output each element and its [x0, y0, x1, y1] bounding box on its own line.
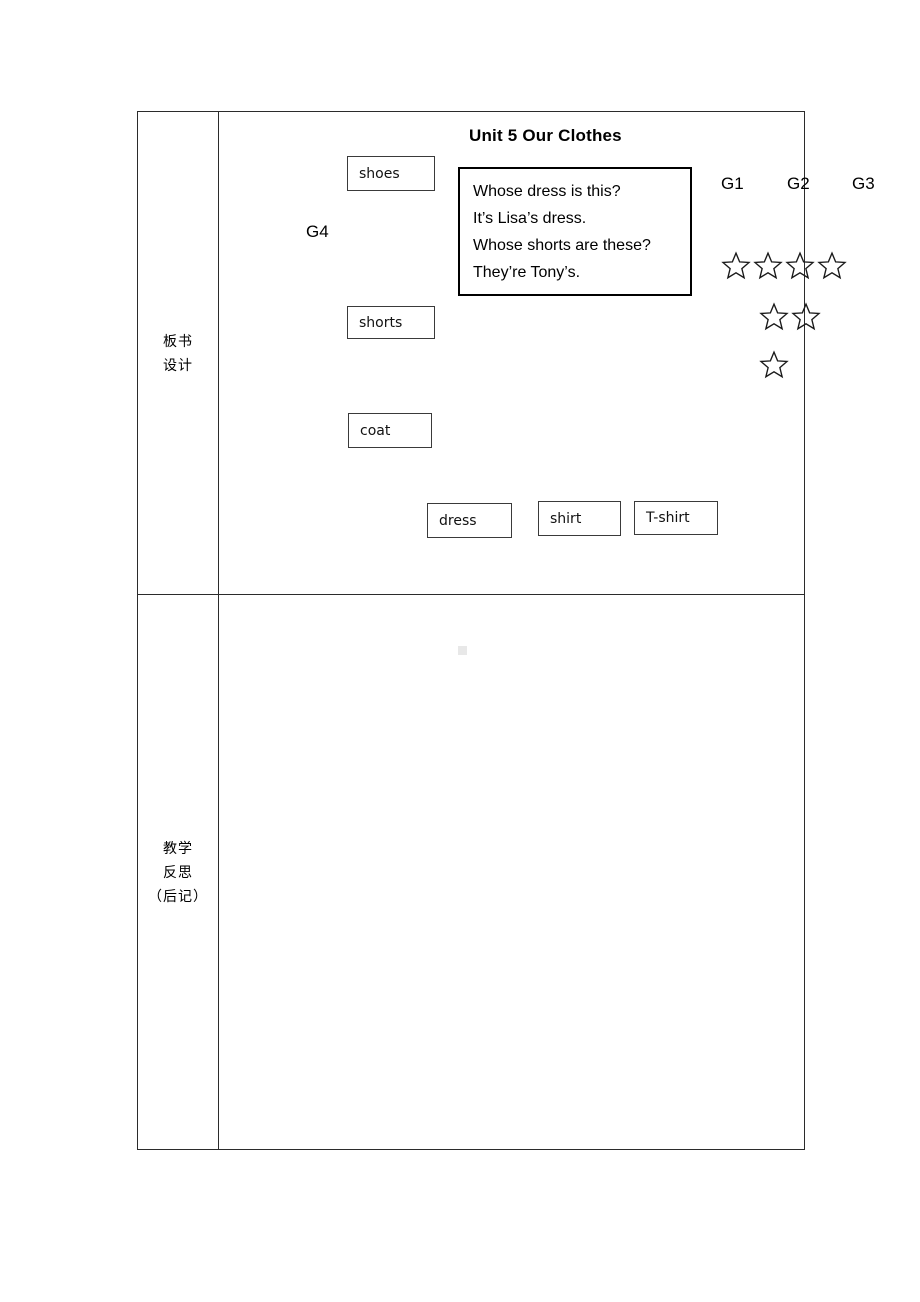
star-row-2	[759, 302, 821, 331]
star-outline-icon	[759, 350, 789, 379]
dialogue-line-2: It’s Lisa’s dress.	[473, 210, 587, 227]
star-outline-icon	[817, 251, 847, 280]
star-outline-icon	[721, 251, 751, 280]
group-label-g3: G3	[852, 174, 875, 193]
word-card-tshirt-label: T-shirt	[646, 510, 690, 526]
word-card-shorts-label: shorts	[359, 314, 403, 331]
word-card-coat-label: coat	[360, 422, 391, 439]
row-label-teaching-reflection: 教学 反思 （后记）	[138, 837, 218, 909]
dialogue-line-1: Whose dress is this?	[473, 183, 621, 200]
word-card-tshirt[interactable]: T-shirt	[634, 501, 718, 535]
word-card-shoes[interactable]: shoes	[347, 156, 435, 191]
star-row-1	[721, 251, 847, 280]
star-row-3	[759, 350, 789, 379]
row-label-board-design: 板书 设计	[138, 330, 218, 378]
word-card-shoes-label: shoes	[359, 165, 400, 182]
row-label-teaching-reflection-line1: 教学	[163, 841, 193, 857]
dialogue-box: Whose dress is this? It’s Lisa’s dress. …	[458, 167, 692, 296]
star-outline-icon	[791, 302, 821, 331]
row-label-teaching-reflection-line2: 反思	[163, 865, 193, 881]
word-card-shorts[interactable]: shorts	[347, 306, 435, 339]
word-card-coat[interactable]: coat	[348, 413, 432, 448]
lesson-plan-table: 板书 设计 教学 反思 （后记） Unit 5 Our Clothes shoe…	[137, 111, 875, 1150]
faint-artifact-mark	[458, 646, 467, 655]
board-title: Unit 5 Our Clothes	[469, 126, 622, 145]
teaching-reflection-cell[interactable]	[219, 595, 805, 1150]
word-card-dress[interactable]: dress	[427, 503, 512, 538]
page-canvas: 板书 设计 教学 反思 （后记） Unit 5 Our Clothes shoe…	[0, 0, 920, 1302]
group-label-g2: G2	[787, 174, 810, 193]
dialogue-line-3: Whose shorts are these?	[473, 237, 651, 254]
row-label-board-design-line1: 板书	[163, 334, 193, 350]
star-outline-icon	[753, 251, 783, 280]
dialogue-line-4: They’re Tony’s.	[473, 264, 581, 281]
star-outline-icon	[759, 302, 789, 331]
group-label-g4: G4	[306, 222, 329, 241]
row-label-board-design-line2: 设计	[163, 358, 193, 374]
word-card-shirt[interactable]: shirt	[538, 501, 621, 536]
board-design-cell: Unit 5 Our Clothes shoes shorts coat dre…	[219, 112, 875, 594]
group-label-g1: G1	[721, 174, 744, 193]
word-card-dress-label: dress	[439, 512, 477, 529]
word-card-shirt-label: shirt	[550, 510, 582, 527]
row-label-teaching-reflection-line3: （后记）	[148, 889, 208, 905]
star-outline-icon	[785, 251, 815, 280]
